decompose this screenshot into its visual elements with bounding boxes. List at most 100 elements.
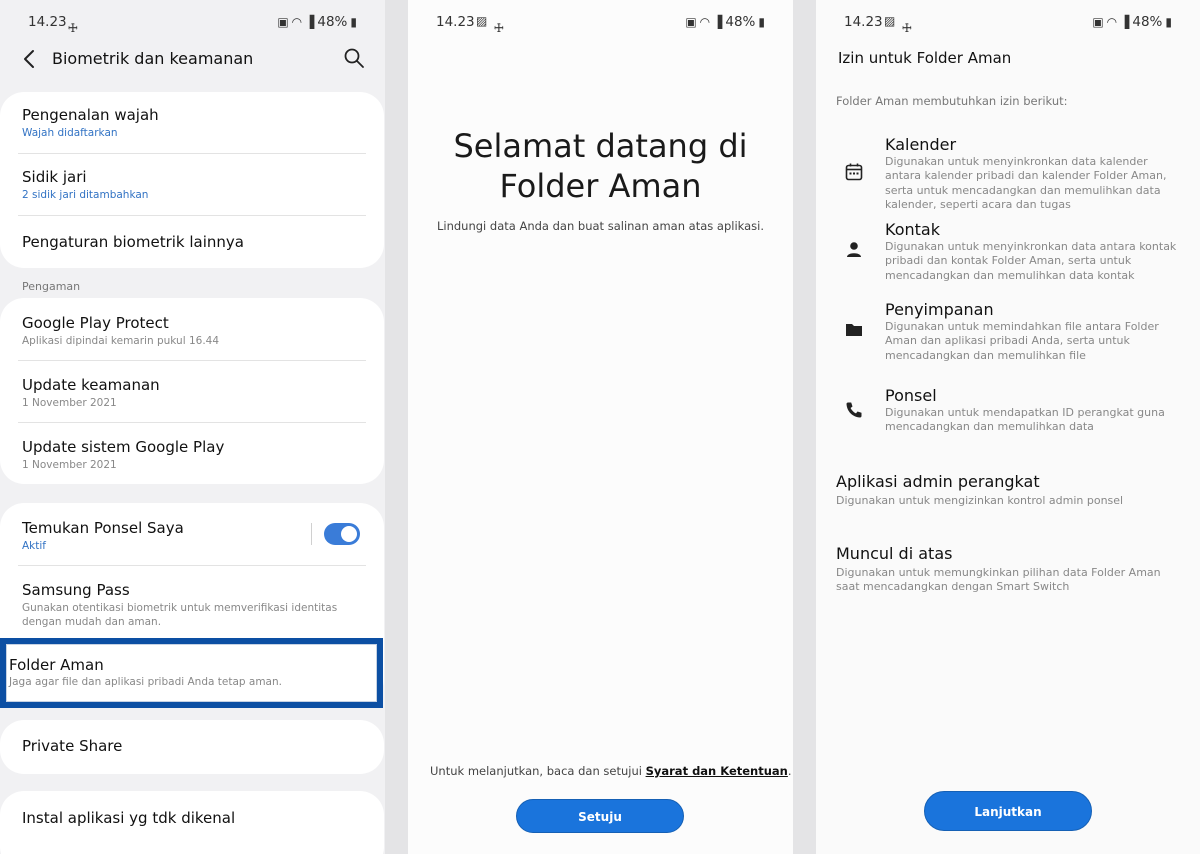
item-title: Update sistem Google Play [22,438,225,456]
item-subtitle: Gunakan otentikasi biometrik untuk memve… [22,602,338,628]
calendar-icon [845,163,863,181]
face-recognition-item[interactable]: Pengenalan wajah Wajah didaftarkan [22,106,366,141]
find-my-phone-item[interactable]: Temukan Ponsel Saya Aktif [22,519,366,554]
divider [18,360,366,361]
notification-icon: 🜊 [68,21,78,35]
permission-title: Penyimpanan [885,300,994,319]
terms-prefix: Untuk melanjutkan, baca dan setujui [430,764,646,778]
permission-desc: Digunakan untuk menyinkronkan data antar… [885,240,1177,282]
more-biometrics-item[interactable]: Pengaturan biometrik lainnya [22,233,366,251]
permissions-screen: 14.23 ▨ 🜊 ▣ ◠ ▐ 48% ▮ Izin untuk Folder … [816,0,1200,854]
battery-level: 48% [725,14,756,30]
agree-button[interactable]: Setuju [516,799,684,833]
permission-desc: Digunakan untuk memungkinkan pilihan dat… [836,566,1161,594]
item-subtitle: Wajah didaftarkan [22,127,118,139]
divider [18,215,366,216]
nfc-icon: ▣ [1092,15,1104,29]
section-label-security: Pengaman [22,280,81,293]
fingerprint-item[interactable]: Sidik jari 2 sidik jari ditambahkan [22,168,366,203]
page-title: Biometrik dan keamanan [52,49,254,68]
private-share-item[interactable]: Private Share [22,737,366,755]
item-title: Google Play Protect [22,314,169,332]
divider [18,153,366,154]
signal-icon: ▐ [1120,15,1130,29]
wifi-icon: ◠ [291,15,303,29]
nfc-icon: ▣ [685,15,697,29]
welcome-heading: Selamat datang di Folder Aman [408,126,793,206]
permission-desc: Digunakan untuk mengizinkan kontrol admi… [836,494,1124,507]
signal-icon: ▐ [713,15,723,29]
highlight-inner: Folder Aman Jaga agar file dan aplikasi … [6,644,377,702]
item-subtitle: Aktif [22,540,46,552]
unknown-apps-card: Instal aplikasi yg tdk dikenal [0,791,384,854]
battery-level: 48% [1132,14,1163,30]
play-protect-item[interactable]: Google Play Protect Aplikasi dipindai ke… [22,314,366,349]
status-time: 14.23 [436,14,475,30]
signal-icon: ▐ [305,15,315,29]
unknown-apps-item[interactable]: Instal aplikasi yg tdk dikenal [22,809,366,827]
item-subtitle: Aplikasi dipindai kemarin pukul 16.44 [22,335,220,347]
notification-icon: 🜊 [902,21,912,35]
permissions-intro: Folder Aman membutuhkan izin berikut: [836,94,1068,108]
page-title: Izin untuk Folder Aman [838,49,1012,67]
find-my-phone-toggle[interactable] [324,523,360,545]
status-time: 14.23 [844,14,883,30]
permission-title: Kontak [885,220,940,239]
terms-link[interactable]: Syarat dan Ketentuan [646,764,788,778]
permission-title: Kalender [885,135,957,154]
item-title: Pengenalan wajah [22,106,159,124]
samsung-pass-item[interactable]: Samsung Pass Gunakan otentikasi biometri… [22,581,366,629]
heading-line: Selamat datang di [453,127,748,165]
terms-suffix: . [787,764,792,778]
secure-folder-item[interactable]: Folder Aman Jaga agar file dan aplikasi … [0,638,383,708]
toggle-knob [341,526,357,542]
battery-icon: ▮ [758,15,765,29]
status-bar: 14.23 ▨ 🜊 ▣ ◠ ▐ 48% ▮ [408,12,793,35]
status-bar: 14.23 🜊 ▣ ◠ ▐ 48% ▮ [0,12,385,35]
continue-button[interactable]: Lanjutkan [924,791,1092,831]
permission-desc: Digunakan untuk mendapatkan ID perangkat… [885,406,1165,434]
item-title: Sidik jari [22,168,87,186]
item-subtitle: 1 November 2021 [22,397,117,409]
item-title: Update keamanan [22,376,160,394]
status-icons: ▣ ◠ ▐ 48% ▮ [685,14,765,30]
item-title: Pengaturan biometrik lainnya [22,233,244,251]
item-title: Folder Aman [9,656,104,674]
wifi-icon: ◠ [699,15,711,29]
welcome-subtitle: Lindungi data Anda dan buat salinan aman… [436,219,764,233]
item-title: Samsung Pass [22,581,130,599]
biometrics-card: Pengenalan wajah Wajah didaftarkan Sidik… [0,92,384,268]
status-icons: ▣ ◠ ▐ 48% ▮ [1092,14,1172,30]
divider [18,565,366,566]
security-card: Google Play Protect Aplikasi dipindai ke… [0,298,384,484]
back-icon[interactable] [20,48,40,70]
welcome-screen: 14.23 ▨ 🜊 ▣ ◠ ▐ 48% ▮ Selamat datang di … [408,0,793,854]
notification-icon: 🜊 [494,21,504,35]
security-update-item[interactable]: Update keamanan 1 November 2021 [22,376,366,411]
heading-line: Folder Aman [499,167,702,205]
divider [18,422,366,423]
permission-title: Muncul di atas [836,544,953,563]
nfc-icon: ▣ [277,15,289,29]
permission-desc: Digunakan untuk memindahkan file antara … [885,320,1159,362]
item-title: Temukan Ponsel Saya [22,519,184,537]
search-icon[interactable] [343,47,365,69]
battery-icon: ▮ [1165,15,1172,29]
permission-title: Ponsel [885,386,937,405]
item-subtitle: 1 November 2021 [22,459,117,471]
status-bar: 14.23 ▨ 🜊 ▣ ◠ ▐ 48% ▮ [816,12,1200,35]
person-icon [847,242,861,257]
settings-screen: 14.23 🜊 ▣ ◠ ▐ 48% ▮ Biometrik dan keaman… [0,0,385,854]
gallery-icon: ▨ [476,14,488,28]
permission-desc: Digunakan untuk menyinkronkan data kalen… [885,155,1167,212]
app-bar: Biometrik dan keamanan [0,44,385,74]
private-share-card: Private Share [0,720,384,774]
status-time: 14.23 [28,14,67,30]
wifi-icon: ◠ [1106,15,1118,29]
item-subtitle: Jaga agar file dan aplikasi pribadi Anda… [9,676,282,688]
play-system-update-item[interactable]: Update sistem Google Play 1 November 202… [22,438,366,473]
item-title: Instal aplikasi yg tdk dikenal [22,809,236,827]
toggle-separator [311,523,312,545]
folder-icon [846,324,862,336]
terms-text: Untuk melanjutkan, baca dan setujui Syar… [430,764,792,778]
